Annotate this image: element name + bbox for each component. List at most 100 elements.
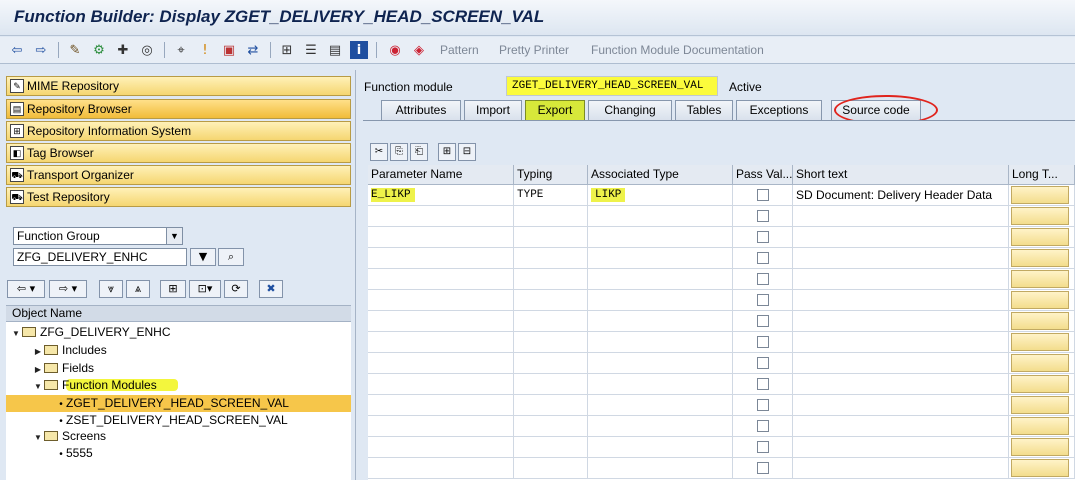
test-icon[interactable]: ◉ [386,41,404,59]
column-header-typing[interactable]: Typing [514,165,588,185]
long-text-button[interactable] [1011,186,1069,204]
long-text-button[interactable] [1011,438,1069,456]
tab-exceptions[interactable]: Exceptions [736,100,822,120]
list-icon[interactable]: ▤ [326,41,344,59]
long-text-button[interactable] [1011,375,1069,393]
parameter-name-cell[interactable] [368,290,514,311]
collapse-button[interactable]: ⩔ [99,280,123,298]
stack-icon[interactable]: ☰ [302,41,320,59]
expand-button[interactable]: ⩓ [126,280,150,298]
long-text-button[interactable] [1011,333,1069,351]
typing-cell[interactable] [514,437,588,458]
associated-type-cell[interactable] [588,269,733,290]
short-text-cell[interactable] [793,416,1009,437]
collapsed-icon[interactable]: ▶ [32,343,44,360]
close-button[interactable]: ✖ [259,280,283,298]
column-header-associated-type[interactable]: Associated Type [588,165,733,185]
associated-type-cell[interactable] [588,332,733,353]
display-change-icon[interactable]: ⚙ [90,41,108,59]
nav-repository-information-system[interactable]: ⊞ Repository Information System [6,121,351,141]
short-text-cell[interactable] [793,332,1009,353]
pass-value-checkbox[interactable] [757,294,769,306]
previous-object-button[interactable]: ⇦ ▾ [7,280,45,298]
delete-row-icon[interactable]: ⊟ [458,143,476,161]
typing-cell[interactable] [514,248,588,269]
expanded-icon[interactable]: ▼ [10,325,22,342]
pass-value-checkbox[interactable] [757,441,769,453]
pass-value-checkbox[interactable] [757,315,769,327]
short-text-cell[interactable] [793,374,1009,395]
back-icon[interactable]: ⇦ [8,41,26,59]
parameter-name-cell[interactable]: E_LIKP [368,185,514,206]
chevron-down-icon[interactable]: ▼ [166,228,182,244]
nav-mime-repository[interactable]: ✎ MIME Repository [6,76,351,96]
display-object-list-icon[interactable]: ⇄ [244,41,262,59]
tree-node-screens[interactable]: ▼ Screens [32,428,106,445]
object-type-select[interactable]: Function Group ▼ [13,227,183,245]
short-text-cell[interactable]: SD Document: Delivery Header Data [793,185,1009,206]
short-text-cell[interactable] [793,206,1009,227]
pass-value-checkbox[interactable] [757,462,769,474]
long-text-button[interactable] [1011,417,1069,435]
pass-value-checkbox[interactable] [757,273,769,285]
long-text-button[interactable] [1011,459,1069,477]
long-text-button[interactable] [1011,396,1069,414]
function-module-field[interactable]: ZGET_DELIVERY_HEAD_SCREEN_VAL [506,76,718,96]
next-object-button[interactable]: ⇨ ▾ [49,280,87,298]
parameter-name-cell[interactable] [368,416,514,437]
info-icon[interactable]: i [350,41,368,59]
short-text-cell[interactable] [793,458,1009,479]
short-text-cell[interactable] [793,395,1009,416]
typing-cell[interactable] [514,227,588,248]
activate-icon[interactable]: ✚ [114,41,132,59]
long-text-button[interactable] [1011,270,1069,288]
pass-value-checkbox[interactable] [757,420,769,432]
associated-type-cell[interactable] [588,311,733,332]
pass-value-checkbox[interactable] [757,357,769,369]
parameter-name-cell[interactable] [368,269,514,290]
paste-icon[interactable]: ⎗ [410,143,428,161]
column-header-pass-value[interactable]: Pass Val... [733,165,793,185]
parameter-name-cell[interactable] [368,332,514,353]
associated-type-cell[interactable] [588,395,733,416]
short-text-cell[interactable] [793,248,1009,269]
typing-cell[interactable] [514,374,588,395]
pattern-icon[interactable]: ◈ [410,41,428,59]
short-text-cell[interactable] [793,437,1009,458]
typing-cell[interactable] [514,353,588,374]
associated-type-cell[interactable] [588,374,733,395]
forward-icon[interactable]: ⇨ [32,41,50,59]
tree-node-root[interactable]: ▼ ZFG_DELIVERY_ENHC [10,324,170,341]
typing-cell[interactable] [514,395,588,416]
long-text-button[interactable] [1011,249,1069,267]
tab-changing[interactable]: Changing [588,100,672,120]
tree-node-fields[interactable]: ▶ Fields [32,360,94,377]
associated-type-cell[interactable] [588,458,733,479]
typing-cell[interactable] [514,269,588,290]
check-icon[interactable]: ◎ [138,41,156,59]
navigation-icon[interactable]: ! [196,41,214,59]
where-used-icon[interactable]: ⌖ [172,41,190,59]
tab-tables[interactable]: Tables [675,100,733,120]
hierarchy-button[interactable]: ⊞ [160,280,186,298]
long-text-button[interactable] [1011,291,1069,309]
typing-cell[interactable] [514,206,588,227]
typing-cell[interactable] [514,458,588,479]
tab-export[interactable]: Export [525,100,585,120]
pass-value-checkbox[interactable] [757,231,769,243]
parameter-name-cell[interactable] [368,374,514,395]
display-glasses-button[interactable]: ⌕ [218,248,244,266]
associated-type-cell[interactable] [588,353,733,374]
object-name-dropdown-button[interactable]: ▼ [190,248,216,266]
column-header-long-text[interactable]: Long T... [1009,165,1075,185]
parameter-name-cell[interactable] [368,458,514,479]
short-text-cell[interactable] [793,290,1009,311]
pass-value-checkbox[interactable] [757,378,769,390]
collapsed-icon[interactable]: ▶ [32,361,44,378]
parameter-name-cell[interactable] [368,227,514,248]
tree-node-screen-5555[interactable]: • 5555 [56,445,92,462]
more-functions-button[interactable]: ⊡▾ [189,280,221,298]
long-text-button[interactable] [1011,207,1069,225]
tab-attributes[interactable]: Attributes [381,100,461,120]
nav-tag-browser[interactable]: ◧ Tag Browser [6,143,351,163]
